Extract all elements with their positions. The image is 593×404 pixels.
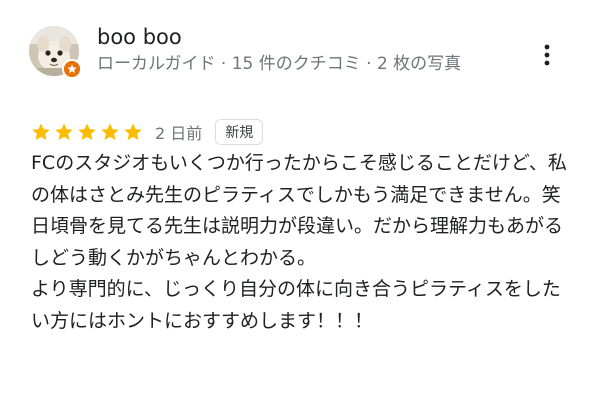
review-card: boo boo ローカルガイド · 15 件のクチコミ · 2 枚の写真 2 日… xyxy=(0,0,593,404)
star-icon xyxy=(55,123,73,140)
more-options-button[interactable] xyxy=(536,42,558,68)
reviewer-name[interactable]: boo boo xyxy=(97,22,182,52)
rating-row: 2 日前 新規 xyxy=(31,117,264,147)
review-text: FCのスタジオもいくつか行ったからこそ感じることだけど、私の体はさとみ先生のピラ… xyxy=(31,148,571,337)
review-paragraph: FCのスタジオもいくつか行ったからこそ感じることだけど、私の体はさとみ先生のピラ… xyxy=(31,152,567,206)
reviewer-meta[interactable]: ローカルガイド · 15 件のクチコミ · 2 枚の写真 xyxy=(97,52,513,77)
star-icon xyxy=(32,123,50,140)
star-icon xyxy=(78,123,96,140)
review-date: 2 日前 xyxy=(155,124,203,143)
local-guide-badge-icon xyxy=(62,59,82,79)
star-rating xyxy=(31,121,146,143)
avatar[interactable] xyxy=(29,26,82,79)
review-paragraph: 日頃骨を見てる先生は説明力が段違い。だから理解力もあがるしどう動くかがちゃんとわ… xyxy=(31,215,564,269)
more-vert-icon xyxy=(544,44,550,66)
star-icon xyxy=(124,123,142,140)
star-icon xyxy=(101,123,119,140)
new-badge: 新規 xyxy=(215,119,264,145)
review-paragraph: より専門的に、じっくり自分の体に向き合うピラティスをしたい方にはホントにおすすめ… xyxy=(31,278,561,332)
